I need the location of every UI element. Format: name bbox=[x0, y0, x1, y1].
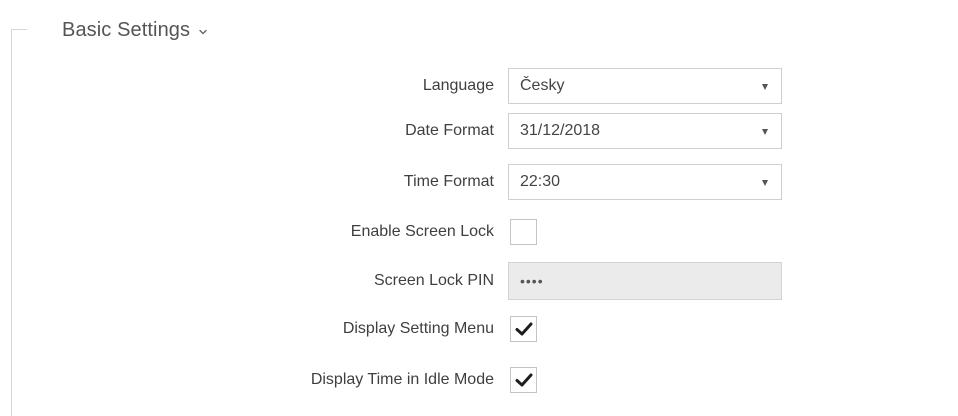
checkmark-icon bbox=[515, 373, 533, 387]
row-time-format: Time Format 22:30 bbox=[0, 164, 958, 200]
enable-screen-lock-checkbox[interactable] bbox=[510, 219, 537, 245]
language-value: Česky bbox=[520, 77, 565, 94]
section-header-basic-settings[interactable]: Basic Settings bbox=[62, 16, 208, 44]
section-title: Basic Settings bbox=[62, 18, 191, 41]
date-format-label: Date Format bbox=[405, 122, 494, 139]
display-time-idle-mode-checkbox[interactable] bbox=[510, 367, 537, 393]
time-format-select[interactable]: 22:30 bbox=[508, 164, 782, 200]
caret-down-icon bbox=[762, 180, 768, 186]
row-display-time-idle-mode: Display Time in Idle Mode bbox=[0, 362, 958, 398]
language-label: Language bbox=[422, 77, 494, 94]
caret-down-icon bbox=[762, 129, 768, 135]
language-select[interactable]: Česky bbox=[508, 68, 782, 104]
section-frame-corner bbox=[11, 29, 27, 30]
time-format-label: Time Format bbox=[403, 173, 494, 190]
caret-down-icon bbox=[762, 84, 768, 90]
row-enable-screen-lock: Enable Screen Lock bbox=[0, 214, 958, 250]
screen-lock-pin-input: •••• bbox=[508, 262, 782, 300]
row-screen-lock-pin: Screen Lock PIN •••• bbox=[0, 262, 958, 300]
row-date-format: Date Format 31/12/2018 bbox=[0, 113, 958, 149]
date-format-select[interactable]: 31/12/2018 bbox=[508, 113, 782, 149]
chevron-down-icon bbox=[199, 29, 207, 34]
date-format-value: 31/12/2018 bbox=[520, 122, 601, 139]
row-language: Language Česky bbox=[0, 68, 958, 104]
time-format-value: 22:30 bbox=[520, 173, 561, 190]
row-display-setting-menu: Display Setting Menu bbox=[0, 311, 958, 347]
display-time-idle-mode-label: Display Time in Idle Mode bbox=[310, 371, 494, 388]
screen-lock-pin-label: Screen Lock PIN bbox=[373, 272, 494, 289]
enable-screen-lock-label: Enable Screen Lock bbox=[350, 223, 494, 240]
display-setting-menu-checkbox[interactable] bbox=[510, 316, 537, 342]
display-setting-menu-label: Display Setting Menu bbox=[342, 320, 494, 337]
screen-lock-pin-value: •••• bbox=[520, 273, 544, 289]
checkmark-icon bbox=[515, 322, 533, 336]
